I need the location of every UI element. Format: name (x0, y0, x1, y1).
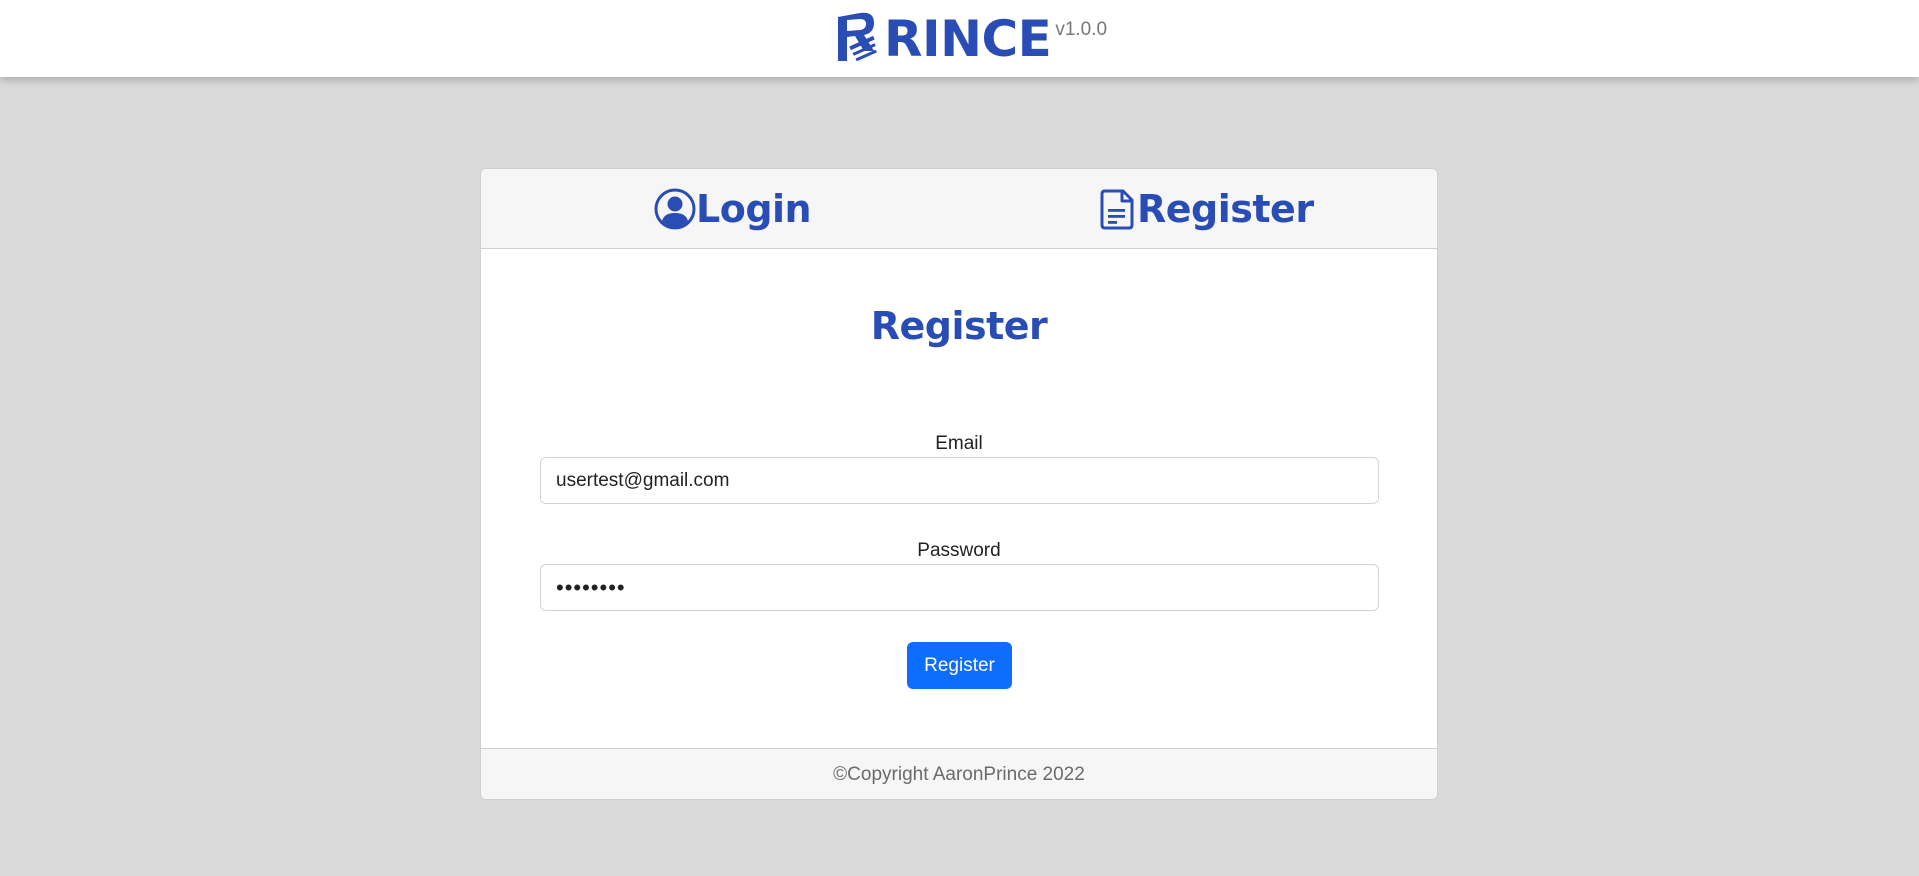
password-label: Password (917, 540, 1001, 561)
top-navbar: RINCE v1.0.0 (0, 0, 1919, 77)
email-input[interactable] (540, 457, 1379, 504)
password-input[interactable] (540, 564, 1379, 611)
card-header-tabs: Login Register (481, 169, 1437, 249)
brand[interactable]: RINCE v1.0.0 (834, 11, 1107, 67)
tab-login-label: Login (696, 187, 812, 231)
brand-name: RINCE (884, 10, 1052, 68)
tab-register-label: Register (1137, 187, 1314, 231)
email-label: Email (935, 433, 983, 454)
tab-login[interactable]: Login (654, 185, 812, 233)
register-button[interactable]: Register (907, 642, 1012, 689)
user-circle-icon (654, 188, 696, 230)
rince-logo-icon (838, 12, 877, 62)
version-label: v1.0.0 (1055, 19, 1108, 40)
tab-register[interactable]: Register (1099, 185, 1314, 233)
copyright-footer: ©Copyright AaronPrince 2022 (481, 748, 1437, 799)
auth-card: Login Register Register Email Password R… (480, 168, 1438, 800)
document-icon (1100, 189, 1134, 230)
form-title: Register (870, 304, 1048, 348)
